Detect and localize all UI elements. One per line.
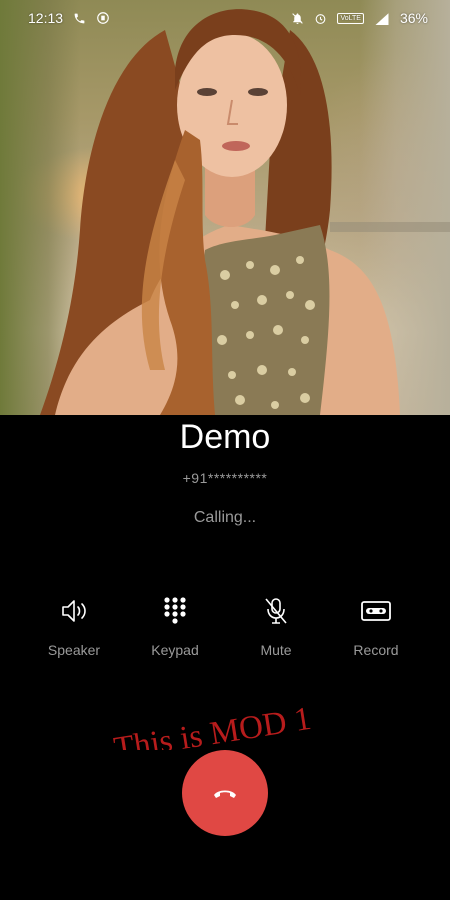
mic-off-icon xyxy=(265,598,287,624)
record-icon xyxy=(361,601,391,621)
status-bar: 12:13 VoLTE 36% xyxy=(0,0,450,36)
mod-text: This is MOD 1 xyxy=(112,701,314,750)
record-label: Record xyxy=(353,642,399,658)
call-status: Calling... xyxy=(193,509,257,526)
hang-up-icon xyxy=(214,790,236,798)
speaker-label: Speaker xyxy=(47,642,101,658)
status-bar-right: VoLTE 36% xyxy=(291,10,428,26)
keypad-icon xyxy=(164,597,186,624)
phone-call-icon xyxy=(73,12,86,25)
keypad-label: Keypad xyxy=(151,642,199,658)
app-notification-icon xyxy=(96,11,110,25)
alarm-icon xyxy=(314,12,327,25)
call-controls: Speaker Keypad Mute Record xyxy=(0,594,450,674)
caller-name: Demo xyxy=(179,418,271,456)
volte-icon: VoLTE xyxy=(337,12,364,24)
keypad-button[interactable]: Keypad xyxy=(125,594,225,658)
battery-percentage: 36% xyxy=(399,10,428,26)
person-illustration xyxy=(40,9,400,415)
signal-icon xyxy=(374,12,390,25)
mod-overlay-text: This is MOD 1 xyxy=(112,701,314,750)
record-button[interactable]: Record xyxy=(326,594,426,658)
mute-notifications-icon xyxy=(291,12,304,25)
speaker-icon xyxy=(62,600,86,622)
status-bar-left: 12:13 xyxy=(28,10,110,26)
speaker-button[interactable]: Speaker xyxy=(24,594,124,658)
status-time: 12:13 xyxy=(28,10,64,26)
caller-number: +91********** xyxy=(182,470,268,486)
end-call-button[interactable] xyxy=(182,750,268,836)
mute-label: Mute xyxy=(260,642,292,658)
mute-button[interactable]: Mute xyxy=(226,594,326,658)
caller-photo xyxy=(0,0,450,415)
